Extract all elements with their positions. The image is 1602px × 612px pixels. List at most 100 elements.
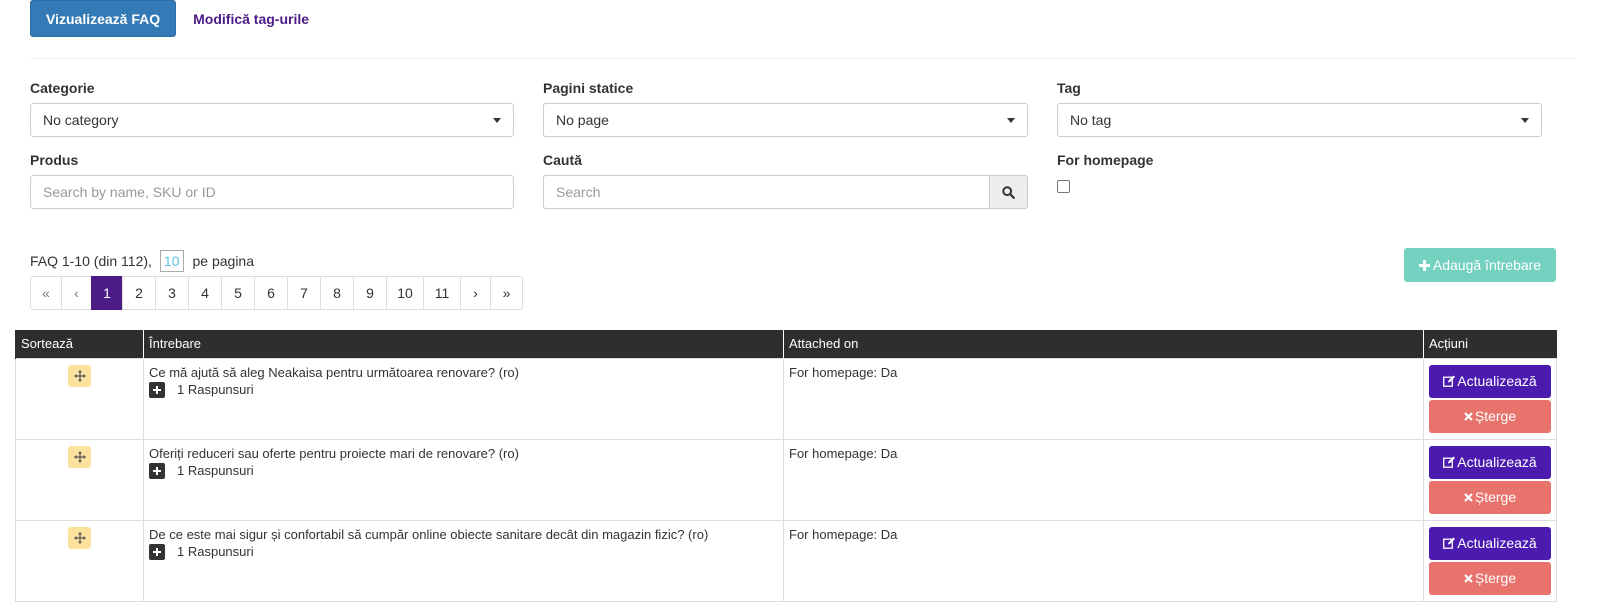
- faq-count: FAQ 1-10 (din 112),: [30, 253, 152, 269]
- search-label: Caută: [543, 152, 582, 168]
- drag-handle[interactable]: [68, 526, 91, 549]
- question-text: Oferiți reduceri sau oferte pentru proie…: [149, 445, 519, 461]
- page-11[interactable]: 11: [423, 276, 461, 310]
- edit-icon: [1443, 537, 1456, 549]
- question-cell: Oferiți reduceri sau oferte pentru proie…: [143, 438, 784, 521]
- static-pages-filter: Pagini statice No page: [543, 78, 1028, 137]
- drag-handle[interactable]: [68, 364, 91, 387]
- page-4[interactable]: 4: [188, 276, 222, 310]
- header-sort[interactable]: Sortează: [15, 330, 144, 358]
- move-icon: [73, 531, 86, 544]
- homepage-filter: For homepage: [1057, 150, 1357, 193]
- product-input[interactable]: [30, 175, 514, 209]
- page-9[interactable]: 9: [353, 276, 387, 310]
- faq-table: Sortează Întrebare Attached on Acțiuni C…: [15, 330, 1557, 602]
- actions-cell: Actualizează Șterge: [1423, 357, 1557, 440]
- add-question-button[interactable]: Adaugă întrebare: [1404, 248, 1556, 282]
- search-group: [543, 175, 1028, 209]
- times-icon: [1464, 573, 1473, 583]
- answers-toggle[interactable]: 1 Raspunsuri: [149, 543, 778, 560]
- header-question: Întrebare: [143, 330, 784, 358]
- tag-filter: Tag No tag: [1057, 78, 1542, 137]
- table-row: De ce este mai sigur și confortabil să c…: [15, 519, 1557, 602]
- page-5[interactable]: 5: [221, 276, 255, 310]
- category-value: No category: [43, 112, 119, 128]
- update-button[interactable]: Actualizează: [1429, 445, 1551, 479]
- answers-toggle[interactable]: 1 Raspunsuri: [149, 462, 778, 479]
- actions-cell: Actualizează Șterge: [1423, 519, 1557, 602]
- delete-button[interactable]: Șterge: [1429, 561, 1551, 595]
- page-last[interactable]: »: [490, 276, 523, 310]
- table-row: Oferiți reduceri sau oferte pentru proie…: [15, 438, 1557, 521]
- page-first[interactable]: «: [30, 276, 62, 310]
- plus-square-icon[interactable]: [149, 381, 165, 398]
- delete-label: Șterge: [1474, 489, 1517, 505]
- update-label: Actualizează: [1457, 373, 1537, 389]
- attached-cell: For homepage: Da: [783, 438, 1424, 521]
- actions-cell: Actualizează Șterge: [1423, 438, 1557, 521]
- page-1[interactable]: 1: [91, 276, 123, 310]
- page-next[interactable]: ›: [460, 276, 491, 310]
- update-label: Actualizează: [1457, 454, 1537, 470]
- delete-button[interactable]: Șterge: [1429, 399, 1551, 433]
- plus-square-icon[interactable]: [149, 462, 165, 479]
- caret-down-icon: [1007, 117, 1015, 123]
- per-page-selector[interactable]: 10: [159, 250, 184, 272]
- add-question-label: Adaugă întrebare: [1432, 257, 1542, 273]
- tag-value: No tag: [1070, 112, 1112, 128]
- header-attached: Attached on: [783, 330, 1424, 358]
- page-6[interactable]: 6: [254, 276, 288, 310]
- question-text: De ce este mai sigur și confortabil să c…: [149, 526, 709, 542]
- page-7[interactable]: 7: [287, 276, 321, 310]
- attached-cell: For homepage: Da: [783, 519, 1424, 602]
- move-icon: [73, 450, 86, 463]
- edit-tags-link[interactable]: Modifică tag-urile: [193, 11, 309, 27]
- question-cell: De ce este mai sigur și confortabil să c…: [143, 519, 784, 602]
- attached-cell: For homepage: Da: [783, 357, 1424, 440]
- static-pages-value: No page: [556, 112, 609, 128]
- page-3[interactable]: 3: [155, 276, 189, 310]
- product-filter: Produs: [30, 150, 514, 209]
- move-icon: [73, 369, 86, 382]
- edit-icon: [1443, 456, 1456, 468]
- sort-cell: [15, 519, 144, 602]
- category-select[interactable]: No category: [30, 103, 514, 137]
- sort-cell: [15, 438, 144, 521]
- page-8[interactable]: 8: [320, 276, 354, 310]
- static-pages-select[interactable]: No page: [543, 103, 1028, 137]
- answers-toggle[interactable]: 1 Raspunsuri: [149, 381, 778, 398]
- search-input[interactable]: [543, 175, 989, 209]
- search-button[interactable]: [989, 175, 1028, 209]
- update-button[interactable]: Actualizează: [1429, 526, 1551, 560]
- drag-handle[interactable]: [68, 445, 91, 468]
- view-faq-button[interactable]: Vizualizează FAQ: [30, 0, 177, 37]
- listing-info: FAQ 1-10 (din 112), 10 pe pagina: [30, 250, 254, 272]
- homepage-checkbox[interactable]: [1057, 180, 1070, 193]
- table-row: Ce mă ajută să aleg Neakaisa pentru urmă…: [15, 357, 1557, 440]
- product-label: Produs: [30, 152, 79, 168]
- update-label: Actualizează: [1457, 535, 1537, 551]
- times-icon: [1464, 411, 1473, 421]
- delete-label: Șterge: [1474, 570, 1517, 586]
- delete-label: Șterge: [1474, 408, 1517, 424]
- page-2[interactable]: 2: [122, 276, 156, 310]
- page-10[interactable]: 10: [386, 276, 424, 310]
- times-icon: [1464, 492, 1473, 502]
- answers-count: 1 Raspunsuri: [177, 463, 254, 478]
- table-header-row: Sortează Întrebare Attached on Acțiuni: [15, 330, 1557, 358]
- homepage-label: For homepage: [1057, 152, 1154, 168]
- question-text: Ce mă ajută să aleg Neakaisa pentru urmă…: [149, 364, 519, 380]
- tag-select[interactable]: No tag: [1057, 103, 1542, 137]
- tag-label: Tag: [1057, 80, 1081, 96]
- edit-icon: [1443, 375, 1456, 387]
- page-prev[interactable]: ‹: [61, 276, 92, 310]
- delete-button[interactable]: Șterge: [1429, 480, 1551, 514]
- pagination: « ‹ 1 2 3 4 5 6 7 8 9 10 11 › »: [30, 276, 523, 310]
- divider: [30, 58, 1576, 59]
- header-actions: Acțiuni: [1423, 330, 1557, 358]
- top-tabs: Vizualizează FAQ Modifică tag-urile: [30, 0, 309, 37]
- update-button[interactable]: Actualizează: [1429, 364, 1551, 398]
- static-pages-label: Pagini statice: [543, 80, 634, 96]
- plus-square-icon[interactable]: [149, 543, 165, 560]
- search-filter: Caută: [543, 150, 1028, 209]
